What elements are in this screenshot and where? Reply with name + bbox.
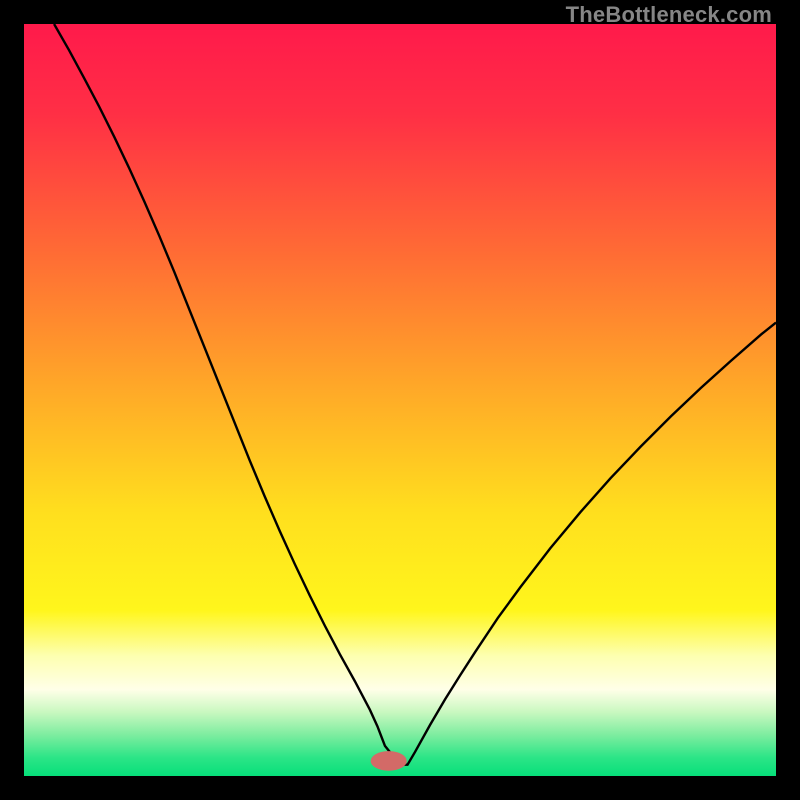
watermark-text: TheBottleneck.com [566, 2, 772, 28]
chart-frame [24, 24, 776, 776]
gradient-background [24, 24, 776, 776]
optimal-point-marker [371, 751, 407, 771]
bottleneck-chart [24, 24, 776, 776]
